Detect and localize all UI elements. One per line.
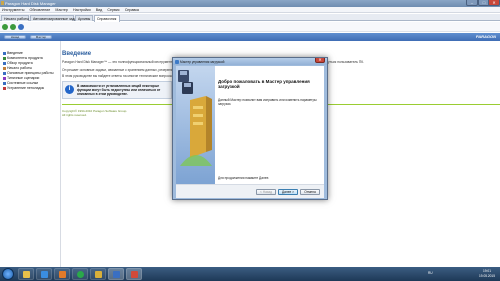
tools-icon (3, 86, 6, 90)
dialog-body: Добро пожаловать в Мастер управления заг… (176, 66, 324, 198)
menu-bar: Инструменты Обновление Мастер Настройки … (0, 7, 500, 13)
tab-reference[interactable]: Справочник (94, 15, 120, 22)
sidebar-item-intro[interactable]: Введение (3, 51, 23, 55)
taskbar-app-chrome[interactable] (72, 268, 88, 280)
sidebar-item-label: Компоненты продукта (7, 56, 43, 60)
forward-icon[interactable] (10, 24, 16, 30)
tab-automated[interactable]: Автоматизированные задачи (30, 15, 80, 21)
home-icon[interactable] (18, 24, 24, 30)
sidebar-item-label: Системные ссылки (7, 81, 39, 85)
back-button[interactable]: Назад (4, 35, 26, 39)
sidebar-item-principles[interactable]: Основные принципы работы (3, 71, 54, 75)
clock[interactable]: 19:01 19.05.2015 (476, 269, 498, 278)
page-icon (3, 51, 6, 55)
component-icon (3, 56, 6, 60)
window-title: Paragon Hard Disk Manager (5, 1, 56, 6)
app-icon (1, 1, 4, 5)
wizard-dialog: Мастер управления загрузкой ✕ Добро пожа… (172, 57, 328, 200)
wizard-banner (176, 66, 215, 184)
sidebar-item-label: Устранение неполадок (7, 86, 45, 90)
menu-item[interactable]: Сервис (105, 7, 121, 12)
menu-item[interactable]: Справка (123, 7, 141, 12)
sidebar-item-scenarios[interactable]: Типичные сценарии (3, 76, 39, 80)
scenario-icon (3, 76, 6, 80)
back-button[interactable]: < Назад (256, 189, 276, 195)
sidebar-item-getting-started[interactable]: Начало работы (3, 66, 32, 70)
page-title: Введение (62, 51, 92, 57)
book-icon (3, 71, 6, 75)
minimize-button[interactable]: – (466, 0, 478, 6)
close-button[interactable]: ✕ (488, 0, 500, 6)
browser-icon (41, 271, 48, 278)
taskbar: RU 19:01 19.05.2015 (0, 267, 500, 281)
paragon-logo: PARAGON (475, 34, 496, 39)
sidebar-item-label: Введение (7, 51, 23, 55)
toolbar (0, 22, 500, 32)
tab-start[interactable]: Начало работы (1, 15, 29, 21)
sidebar-item-links[interactable]: Системные ссылки (3, 81, 38, 85)
menu-item[interactable]: Мастер (53, 7, 69, 12)
start-icon (3, 66, 6, 70)
cancel-button[interactable]: Отмена (300, 189, 320, 195)
next-button[interactable]: Далее > (278, 189, 298, 195)
start-button[interactable] (2, 268, 14, 280)
dialog-close-button[interactable]: ✕ (315, 58, 325, 63)
sidebar-item-label: Начало работы (7, 66, 33, 70)
tab-archives[interactable]: Архивы (75, 15, 93, 21)
dialog-title: Мастер управления загрузкой (180, 59, 225, 64)
rights-text: All rights reserved. (62, 112, 87, 117)
taskbar-app-ie[interactable] (36, 268, 52, 280)
wizard-button[interactable]: Мастер (30, 35, 52, 39)
folder-icon (95, 271, 102, 278)
chrome-icon (77, 271, 84, 278)
menu-item[interactable]: Обновление (28, 7, 53, 12)
dialog-footer: < Назад Далее > Отмена (176, 184, 324, 198)
sidebar-item-label: Основные принципы работы (7, 71, 54, 75)
sidebar-item-components[interactable]: Компоненты продукта (3, 56, 43, 60)
menu-item[interactable]: Инструменты (0, 7, 26, 12)
taskbar-app-wizard[interactable] (126, 268, 142, 280)
taskbar-app-folder[interactable] (90, 268, 106, 280)
copyright: Copyright© 1994-2010 Paragon Software Gr… (62, 109, 127, 117)
sidebar-item-label: Обзор продукта (7, 61, 33, 65)
explorer-icon (23, 271, 30, 278)
media-icon (59, 271, 66, 278)
dialog-description: Данный Мастер позволит вам исправить или… (218, 98, 317, 106)
info-box: i В зависимости от установленных опций н… (62, 81, 172, 99)
dialog-continue-hint: Для продолжения нажмите Далее. (218, 176, 270, 180)
menu-item[interactable]: Настройки (71, 7, 93, 12)
info-icon: i (65, 85, 74, 94)
tab-strip: Начало работы Автоматизированные задачи … (0, 14, 500, 22)
taskbar-app-paragon[interactable] (108, 268, 124, 280)
language-indicator[interactable]: RU (428, 271, 433, 275)
menu-item[interactable]: Вид (94, 7, 105, 12)
title-bar: Paragon Hard Disk Manager (0, 0, 500, 7)
sidebar-item-overview[interactable]: Обзор продукта (3, 61, 33, 65)
info-text: В зависимости от установленных опций нек… (77, 84, 161, 96)
sidebar-item-label: Типичные сценарии (7, 76, 40, 80)
sidebar: Введение Компоненты продукта Обзор проду… (0, 41, 61, 267)
taskbar-app-explorer[interactable] (18, 268, 34, 280)
wizard-icon (175, 59, 179, 64)
dialog-heading: Добро пожаловать в Мастер управления заг… (218, 79, 310, 89)
navigation-bar: Назад Мастер PARAGON (0, 33, 500, 41)
dialog-title-bar: Мастер управления загрузкой (173, 58, 327, 65)
wizard-app-icon (131, 271, 138, 278)
taskbar-app-media[interactable] (54, 268, 70, 280)
link-icon (3, 81, 6, 85)
sidebar-item-troubleshooting[interactable]: Устранение неполадок (3, 86, 44, 90)
wizard-illustration (178, 70, 212, 166)
paragon-icon (113, 271, 120, 278)
back-icon[interactable] (2, 24, 8, 30)
clock-date: 19.05.2015 (479, 273, 495, 278)
overview-icon (3, 61, 6, 65)
